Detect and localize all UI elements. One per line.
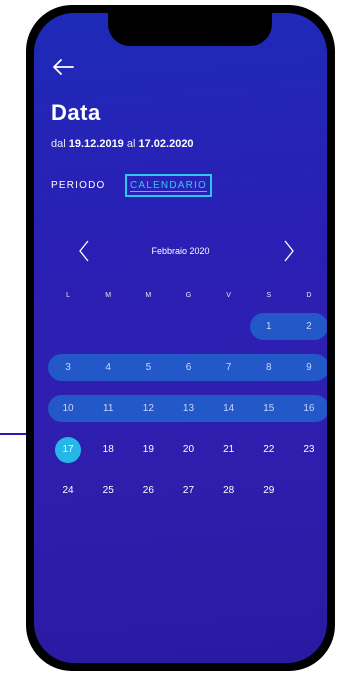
calendar-day-empty (289, 477, 327, 504)
calendar-day-empty (128, 313, 168, 340)
calendar-day[interactable]: 29 (249, 477, 289, 504)
calendar-day[interactable]: 18 (88, 436, 128, 463)
calendar-week-row: 24 25 26 27 28 29 (48, 477, 327, 504)
weekday-header: L M M G V S D (48, 292, 327, 304)
calendar-day[interactable]: 23 (289, 436, 327, 463)
calendar-day[interactable]: 11 (88, 395, 128, 422)
range-end-date: 17.02.2020 (138, 138, 194, 150)
calendar-day[interactable]: 25 (88, 477, 128, 504)
calendar-day-empty (209, 313, 249, 340)
calendar-day-selected[interactable]: 17 (48, 436, 88, 463)
calendar-day[interactable]: 13 (168, 395, 208, 422)
phone-frame: Data dal 19.12.2019 al 17.02.2020 PERIOD… (26, 5, 335, 671)
calendar-day[interactable]: 8 (249, 354, 289, 381)
calendar-day[interactable]: 5 (128, 354, 168, 381)
calendar-day[interactable]: 4 (88, 354, 128, 381)
calendar-day[interactable]: 12 (128, 395, 168, 422)
calendar-day[interactable]: 2 (289, 313, 327, 340)
calendar-day-empty (48, 313, 88, 340)
calendar-day[interactable]: 20 (168, 436, 208, 463)
calendar-day[interactable]: 27 (168, 477, 208, 504)
range-start-date: 19.12.2019 (68, 138, 124, 150)
weekday-label: V (226, 292, 231, 299)
calendar-day[interactable]: 26 (128, 477, 168, 504)
chevron-right-icon[interactable] (281, 239, 297, 263)
arrow-left-icon[interactable] (51, 57, 75, 77)
calendar-day[interactable]: 6 (168, 354, 208, 381)
tab-periodo[interactable]: PERIODO (51, 180, 106, 191)
tab-calendario[interactable]: CALENDARIO (125, 174, 213, 197)
calendar-day-empty (88, 313, 128, 340)
weekday-label: S (266, 292, 272, 299)
calendar-day[interactable]: 10 (48, 395, 88, 422)
calendar-day[interactable]: 28 (209, 477, 249, 504)
range-mid: al (126, 138, 136, 150)
calendar-day[interactable]: 9 (289, 354, 327, 381)
calendar-week-row: 17 18 19 20 21 22 23 (48, 436, 327, 463)
calendar-week-row: 1 2 (48, 313, 327, 340)
calendar-day-empty (168, 313, 208, 340)
calendar-day[interactable]: 14 (209, 395, 249, 422)
calendar-day[interactable]: 21 (209, 436, 249, 463)
phone-notch (108, 13, 272, 46)
calendar-day[interactable]: 15 (249, 395, 289, 422)
calendar-day[interactable]: 22 (249, 436, 289, 463)
calendar-week-row: 10 11 12 13 14 15 16 (48, 395, 327, 422)
calendar-day[interactable]: 1 (249, 313, 289, 340)
weekday-label: G (185, 292, 192, 299)
page-title: Data (51, 100, 101, 125)
selected-day-number: 17 (62, 444, 74, 455)
phone-screen: Data dal 19.12.2019 al 17.02.2020 PERIOD… (34, 13, 327, 663)
date-range-text: dal 19.12.2019 al 17.02.2020 (51, 138, 194, 150)
calendar-day[interactable]: 7 (209, 354, 249, 381)
weekday-label: M (105, 292, 112, 299)
weekday-label: L (66, 292, 71, 299)
calendar-day[interactable]: 3 (48, 354, 88, 381)
weekday-label: M (145, 292, 152, 299)
calendar-week-row: 3 4 5 6 7 8 9 (48, 354, 327, 381)
calendar-day[interactable]: 24 (48, 477, 88, 504)
calendar-day[interactable]: 16 (289, 395, 327, 422)
range-prefix: dal (51, 138, 66, 150)
calendar-day[interactable]: 19 (128, 436, 168, 463)
weekday-label: D (306, 292, 312, 299)
